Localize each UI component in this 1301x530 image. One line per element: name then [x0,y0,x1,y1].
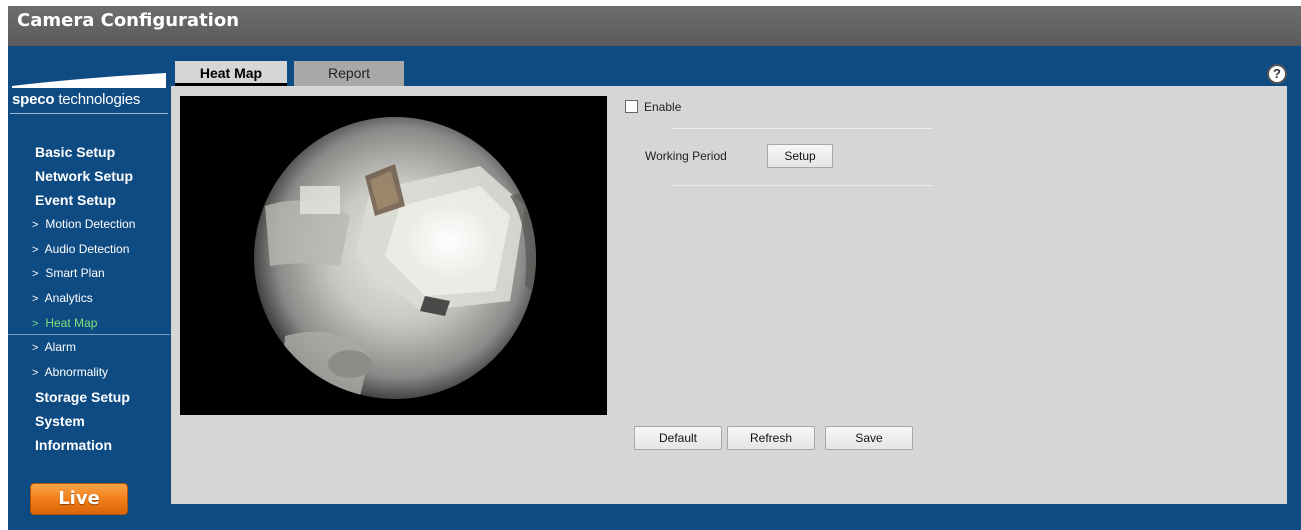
help-icon[interactable]: ? [1267,64,1287,84]
sidebar-item-network-setup[interactable]: Network Setup [8,164,170,188]
title-bar: Camera Configuration [8,0,1301,46]
chevron-right-icon: > [32,367,39,380]
sidebar-item-storage-setup[interactable]: Storage Setup [8,385,170,409]
refresh-button[interactable]: Refresh [727,426,815,450]
sidebar-item-system[interactable]: System [8,409,170,433]
sidebar-item-heat-map[interactable]: > Heat Map [8,311,170,336]
setup-button[interactable]: Setup [767,144,833,168]
save-button[interactable]: Save [825,426,913,450]
chevron-right-icon: > [32,293,39,306]
sidebar-item-smart-plan[interactable]: > Smart Plan [8,261,170,286]
sidebar-item-information[interactable]: Information [8,433,170,457]
chevron-right-icon: > [32,243,39,256]
sidebar-item-basic-setup[interactable]: Basic Setup [8,140,170,164]
sidebar-item-audio-detection[interactable]: > Audio Detection [8,237,170,262]
fisheye-camera-image [180,96,607,415]
brand-logo: speco technologies [10,70,168,116]
sidebar-item-alarm[interactable]: > Alarm [8,335,170,360]
live-button[interactable]: Live [30,483,128,515]
enable-row: Enable [625,100,681,114]
divider [671,128,933,129]
enable-label: Enable [644,100,682,114]
chevron-right-icon: > [32,219,39,231]
chevron-right-icon: > [32,317,39,330]
divider [671,185,933,186]
tab-report[interactable]: Report [294,61,404,86]
content-panel: Enable Working Period Setup Default Refr… [171,86,1287,504]
enable-checkbox[interactable] [625,100,638,113]
sidebar-item-analytics[interactable]: > Analytics [8,286,170,311]
sidebar-item-abnormality[interactable]: > Abnormality [8,360,170,385]
logo-swoosh-icon [12,73,166,88]
sidebar-nav: Basic Setup Network Setup Event Setup > … [8,140,170,457]
default-button[interactable]: Default [634,426,722,450]
logo-divider [10,113,168,114]
sidebar-item-motion-detection[interactable]: > Motion Detection [8,212,170,237]
working-period-label: Working Period [645,149,727,163]
app-frame: Camera Configuration speco technologies … [8,0,1301,530]
camera-preview [180,96,607,415]
app-title: Camera Configuration [17,10,240,31]
sidebar-item-event-setup[interactable]: Event Setup [8,188,170,212]
chevron-right-icon: > [32,342,39,355]
tab-heat-map[interactable]: Heat Map [175,61,287,86]
chevron-right-icon: > [32,268,39,281]
logo-text: speco technologies [12,91,141,108]
